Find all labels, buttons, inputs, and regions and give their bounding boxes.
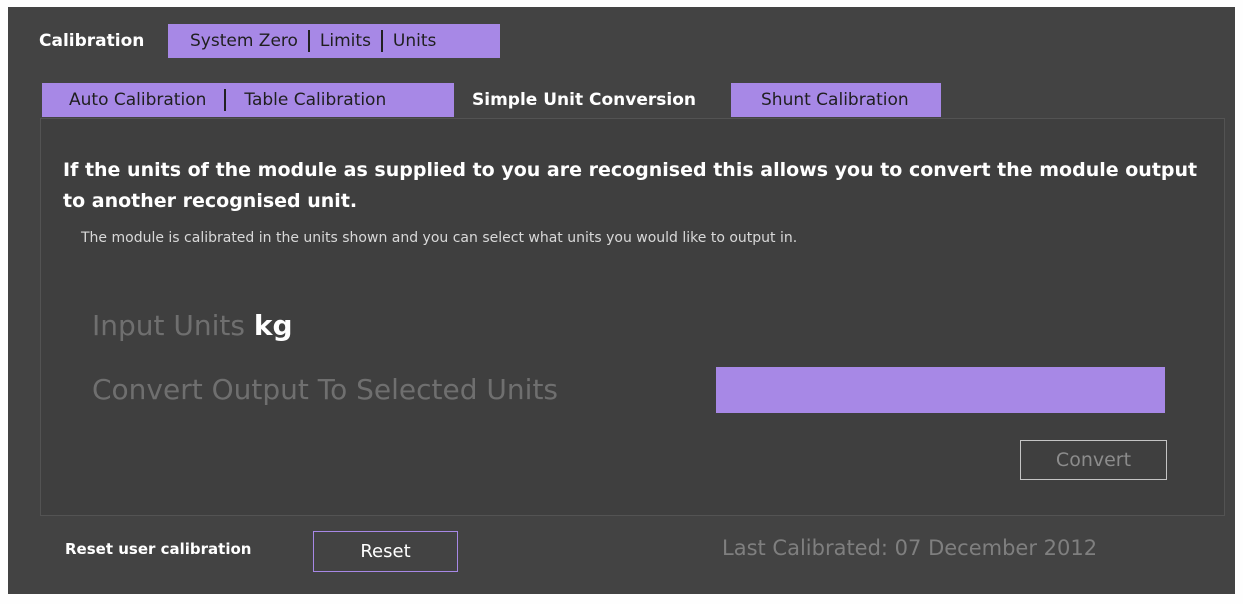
top-tab-group: System Zero Limits Units: [168, 24, 500, 58]
tab-calibration[interactable]: Calibration: [23, 24, 168, 58]
tab-separator: [224, 89, 227, 111]
calibration-window: Calibration System Zero Limits Units Auto …: [8, 7, 1235, 594]
input-units-row: Input Units kg: [92, 309, 293, 342]
subtab-shunt-calibration[interactable]: Shunt Calibration: [731, 83, 941, 117]
subtab-auto-calibration[interactable]: Auto Calibration: [69, 90, 206, 110]
last-calibrated-text: Last Calibrated: 07 December 2012: [722, 536, 1098, 560]
reset-button[interactable]: Reset: [313, 531, 458, 572]
convert-button[interactable]: Convert: [1020, 440, 1167, 480]
input-units-label: Input Units: [92, 309, 245, 342]
subtab-table-calibration[interactable]: Table Calibration: [244, 90, 386, 110]
subtab-simple-unit-conversion[interactable]: Simple Unit Conversion: [454, 83, 731, 117]
tab-limits[interactable]: Limits: [320, 31, 371, 51]
input-units-value: kg: [253, 309, 293, 342]
reset-calibration-label: Reset user calibration: [65, 540, 252, 558]
tab-separator: [307, 30, 310, 52]
sub-tab-group: Auto Calibration Table Calibration: [42, 83, 454, 117]
convert-units-label: Convert Output To Selected Units: [92, 373, 559, 406]
tab-units[interactable]: Units: [393, 31, 436, 51]
tab-separator: [380, 30, 383, 52]
panel-headline: If the units of the module as supplied t…: [63, 159, 1198, 212]
conversion-panel: If the units of the module as supplied t…: [40, 118, 1225, 516]
panel-description: The module is calibrated in the units sh…: [81, 230, 798, 246]
tab-system-zero[interactable]: System Zero: [190, 31, 298, 51]
output-units-dropdown[interactable]: [716, 367, 1165, 413]
